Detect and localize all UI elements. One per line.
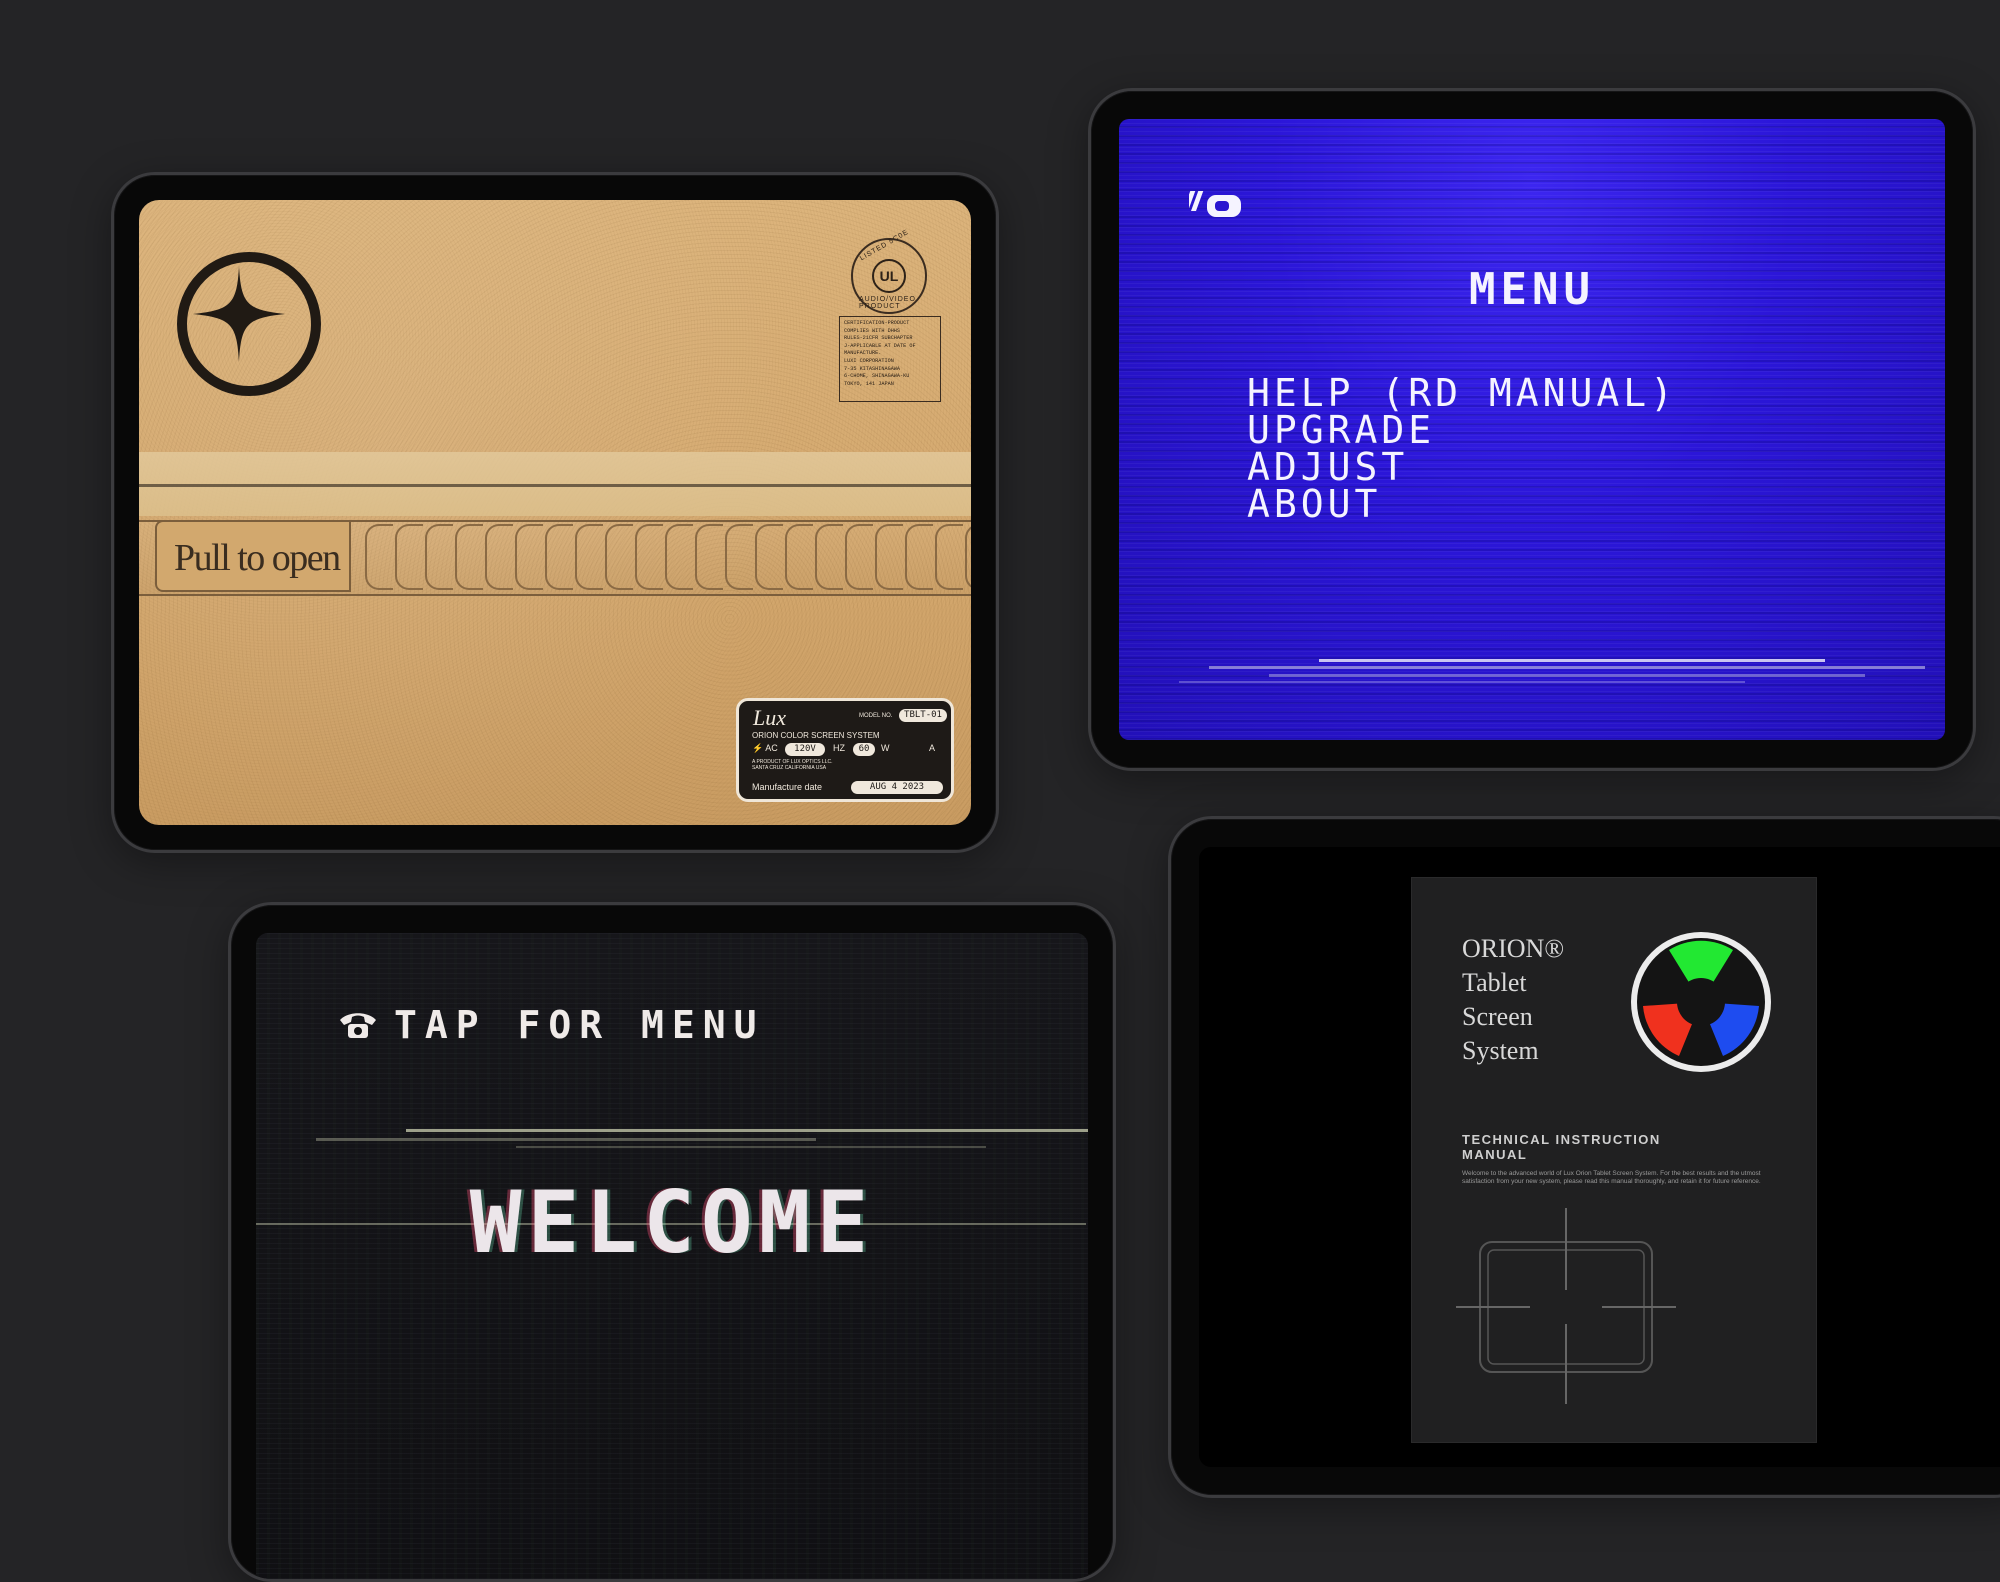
pull-to-open-label[interactable]: Pull to open: [174, 536, 341, 580]
menu-title: MENU: [1469, 264, 1595, 315]
tap-for-menu[interactable]: TAP FOR MENU: [338, 1003, 765, 1047]
manual-heading: TECHNICAL INSTRUCTION MANUAL: [1462, 1132, 1722, 1162]
ac-value: 120V: [785, 743, 825, 756]
hz-key: HZ: [833, 743, 845, 753]
manual-description: Welcome to the advanced world of Lux Ori…: [1462, 1170, 1761, 1185]
ul-mark: UL: [872, 259, 906, 293]
tap-for-menu-label[interactable]: TAP FOR MENU: [394, 1003, 765, 1047]
rating-label: Lux MODEL NO. TBLT-01 ORION COLOR SCREEN…: [736, 698, 954, 802]
ul-seal-bottom-text: AUDIO/VIDEO PRODUCT: [859, 296, 916, 310]
tablet-cardboard: LISTED 5C0E UL AUDIO/VIDEO PRODUCT CERTI…: [111, 172, 999, 853]
static-noise: [1179, 681, 1745, 683]
location-line: SANTA CRUZ CALIFORNIA USA: [752, 765, 827, 771]
circle-star-icon: [177, 252, 321, 396]
cert-line: 7-35 KITASHINAGAWA: [844, 365, 901, 372]
menu-item-help[interactable]: HELP (RD MANUAL): [1247, 374, 1677, 412]
pull-strip-notch: [905, 524, 933, 590]
pull-strip-notch: [875, 524, 903, 590]
manufacture-date-key: Manufacture date: [752, 782, 823, 792]
lightning-icon: ⚡: [752, 743, 764, 753]
cert-line: COMPLIES WITH DHHS: [844, 327, 901, 334]
vcr-icon: [1182, 189, 1247, 227]
certification-label: CERTIFICATION-PRODUCT COMPLIES WITH DHHS…: [839, 316, 941, 402]
pull-strip-notch: [635, 524, 663, 590]
cert-line: RULES-21CFR SUBCHAPTER: [844, 335, 913, 342]
brand-line: ORION®: [1462, 934, 1565, 963]
pull-strip-notch: [755, 524, 783, 590]
brand-title: ORION® Tablet Screen System: [1462, 932, 1564, 1068]
brand-line: Tablet: [1462, 968, 1527, 997]
pull-strip-notch: [455, 524, 483, 590]
static-noise: [1319, 659, 1825, 662]
cert-line: TOKYO, 141 JAPAN: [844, 380, 894, 387]
product-of: A PRODUCT OF LUX OPTICS LLC. SANTA CRUZ …: [752, 759, 872, 771]
static-noise: [1209, 666, 1925, 669]
pull-strip-notch: [605, 524, 633, 590]
cert-line: J-APPLICABLE AT DATE OF: [844, 342, 916, 349]
pull-strip-notch: [665, 524, 693, 590]
pull-strip-notch: [815, 524, 843, 590]
pull-strip-notch: [515, 524, 543, 590]
glitch-line: [316, 1138, 816, 1141]
hz-value: 60: [853, 743, 875, 756]
w-key: W: [881, 743, 890, 753]
manufacture-date-value: AUG 4 2023: [851, 781, 943, 794]
orion-logo-icon: [1631, 932, 1771, 1072]
pull-strip-notch: [935, 524, 963, 590]
tablet-menu: MENU HELP (RD MANUAL) UPGRADE ADJUST ABO…: [1088, 88, 1976, 771]
pull-strip-notch: [425, 524, 453, 590]
menu-item-about[interactable]: ABOUT: [1247, 485, 1677, 523]
ul-seal-top-text: LISTED 5C0E: [858, 228, 911, 263]
glitch-line: [406, 1129, 1088, 1132]
tape-seam: [139, 484, 971, 487]
static-noise: [1269, 674, 1865, 677]
menu-list: HELP (RD MANUAL) UPGRADE ADJUST ABOUT: [1247, 374, 1677, 523]
pull-strip-notch: [725, 524, 753, 590]
pull-strip-notch: [785, 524, 813, 590]
a-key: A: [929, 743, 936, 753]
model-value: TBLT-01: [899, 709, 947, 722]
power-row: ⚡ AC: [752, 743, 778, 754]
telephone-icon: [340, 1013, 376, 1038]
pull-strip-notch: [695, 524, 723, 590]
ac-key: AC: [765, 743, 778, 753]
pull-strip-notch: [365, 524, 393, 590]
pull-strip-notch: [485, 524, 513, 590]
cert-line: CERTIFICATION-PRODUCT: [844, 320, 910, 326]
menu-item-upgrade[interactable]: UPGRADE: [1247, 411, 1677, 449]
rating-brand: Lux: [753, 705, 786, 730]
instruction-manual[interactable]: ORION® Tablet Screen System TECHNICAL IN…: [1412, 878, 1816, 1442]
pull-strip-notch: [965, 524, 971, 590]
cert-line: 6-CHOME, SHINAGAWA-KU: [844, 373, 910, 380]
pull-strip-notch: [575, 524, 603, 590]
manual-heading-line: MANUAL: [1462, 1147, 1528, 1162]
crosshair-screen-icon: [1456, 1208, 1676, 1404]
menu-screen: MENU HELP (RD MANUAL) UPGRADE ADJUST ABO…: [1119, 119, 1945, 740]
system-name: ORION COLOR SCREEN SYSTEM: [752, 731, 880, 740]
ul-seal: LISTED 5C0E UL AUDIO/VIDEO PRODUCT: [851, 229, 927, 314]
pull-strip-notch: [845, 524, 873, 590]
brand-line: Screen: [1462, 1002, 1533, 1031]
pull-strip-notch: [545, 524, 573, 590]
tablet-welcome: TAP FOR MENU WELCOME: [228, 902, 1116, 1582]
cert-line: MANUFACTURE.: [844, 350, 882, 357]
pull-strip-notch: [395, 524, 423, 590]
welcome-screen[interactable]: TAP FOR MENU WELCOME: [256, 933, 1088, 1579]
menu-item-adjust[interactable]: ADJUST: [1247, 448, 1677, 486]
cardboard-screen: LISTED 5C0E UL AUDIO/VIDEO PRODUCT CERTI…: [139, 200, 971, 825]
cert-line: LUXI CORPORATION: [844, 357, 894, 364]
welcome-heading: WELCOME: [469, 1173, 875, 1273]
manual-heading-line: TECHNICAL INSTRUCTION: [1462, 1132, 1661, 1147]
model-key: MODEL NO.: [859, 713, 893, 719]
brand-line: System: [1462, 1036, 1539, 1065]
glitch-line: [516, 1146, 986, 1148]
